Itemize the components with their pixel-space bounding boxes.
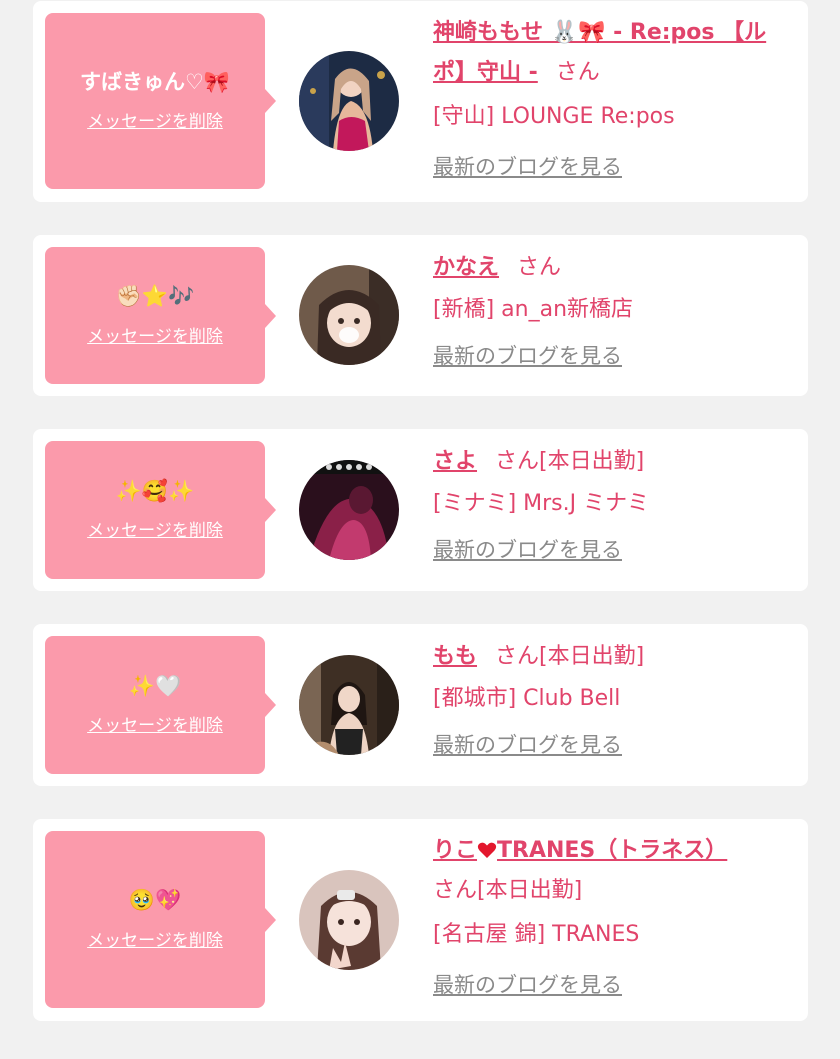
name-line: りこ TRANES（トラネス） — [433, 831, 784, 871]
shop-name: [名古屋 錦] TRANES — [433, 922, 640, 947]
message-bubble: ✊🏻⭐🎶 メッセージを削除 — [45, 247, 276, 384]
latest-blog-link[interactable]: 最新のブログを見る — [433, 151, 622, 181]
latest-blog-link[interactable]: 最新のブログを見る — [433, 729, 622, 759]
message-text: すばきゅん♡🎀 — [80, 69, 230, 94]
cast-info: もも さん[本日出勤] [都城市] Club Bell 最新のブログを見る — [433, 637, 784, 759]
name-line: 神崎ももせ 🐰🎀 - Re:pos 【ルポ】守山 - さん — [433, 13, 784, 93]
delete-message-link[interactable]: メッセージを削除 — [87, 107, 223, 132]
avatar[interactable] — [299, 265, 399, 365]
message-bubble: すばきゅん♡🎀 メッセージを削除 — [45, 13, 276, 189]
message-text: ✊🏻⭐🎶 — [115, 284, 195, 309]
delete-message-link[interactable]: メッセージを削除 — [87, 711, 223, 736]
latest-blog-link[interactable]: 最新のブログを見る — [433, 534, 622, 564]
name-line: かなえ さん — [433, 248, 784, 288]
san-suffix: さん[本日出勤] — [495, 644, 645, 669]
shop-name: [都城市] Club Bell — [433, 686, 621, 711]
message-bubble: ✨🥰✨ メッセージを削除 — [45, 441, 276, 579]
san-suffix: さん — [555, 60, 600, 85]
message-bubble: 🥹💖 メッセージを削除 — [45, 831, 276, 1008]
shop-name: [守山] LOUNGE Re:pos — [433, 104, 675, 129]
message-text: 🥹💖 — [128, 888, 182, 913]
latest-blog-link[interactable]: 最新のブログを見る — [433, 969, 622, 999]
message-card: ✊🏻⭐🎶 メッセージを削除 かなえ さん [新橋] an_an新橋店 最新のブログ… — [33, 235, 808, 396]
cast-info: かなえ さん [新橋] an_an新橋店 最新のブログを見る — [433, 248, 784, 370]
cast-info: りこ TRANES（トラネス） さん[本日出勤] [名古屋 錦] TRANES 最… — [433, 831, 784, 999]
message-card: ✨🥰✨ メッセージを削除 さよ さん[本日出勤] [ミナミ] Mrs.J ミナミ … — [33, 429, 808, 591]
cast-name-part: TRANES（トラネス） — [497, 838, 728, 863]
message-card: 🥹💖 メッセージを削除 りこ TRANES（トラネス） さん[本日出勤] [名古屋… — [33, 819, 808, 1021]
avatar[interactable] — [299, 870, 399, 970]
avatar[interactable] — [299, 460, 399, 560]
san-line: さん[本日出勤] — [433, 871, 784, 911]
shop-name: [新橋] an_an新橋店 — [433, 297, 634, 322]
cast-name-link[interactable]: もも — [433, 644, 477, 669]
san-suffix: さん[本日出勤] — [433, 878, 583, 903]
avatar[interactable] — [299, 51, 399, 151]
san-suffix: さん[本日出勤] — [495, 449, 645, 474]
shop-name: [ミナミ] Mrs.J ミナミ — [433, 491, 650, 516]
delete-message-link[interactable]: メッセージを削除 — [87, 926, 223, 951]
message-text: ✨🤍 — [128, 673, 182, 698]
delete-message-link[interactable]: メッセージを削除 — [87, 322, 223, 347]
san-suffix: さん — [517, 255, 562, 280]
cast-name-link[interactable]: さよ — [433, 449, 477, 474]
name-line: さよ さん[本日出勤] — [433, 442, 784, 482]
cast-info: さよ さん[本日出勤] [ミナミ] Mrs.J ミナミ 最新のブログを見る — [433, 442, 784, 564]
delete-message-link[interactable]: メッセージを削除 — [87, 516, 223, 541]
message-card: ✨🤍 メッセージを削除 もも さん[本日出勤] [都城市] Club Bell 最… — [33, 624, 808, 786]
red-heart-icon — [477, 842, 497, 858]
message-card: すばきゅん♡🎀 メッセージを削除 神崎ももせ 🐰🎀 - Re:pos 【ルポ】守… — [33, 1, 808, 202]
name-line: もも さん[本日出勤] — [433, 637, 784, 677]
avatar[interactable] — [299, 655, 399, 755]
cast-name-link[interactable]: かなえ — [433, 255, 499, 280]
message-bubble: ✨🤍 メッセージを削除 — [45, 636, 276, 774]
cast-info: 神崎ももせ 🐰🎀 - Re:pos 【ルポ】守山 - さん [守山] LOUNGE… — [433, 13, 784, 181]
latest-blog-link[interactable]: 最新のブログを見る — [433, 340, 622, 370]
cast-name-part: りこ — [433, 838, 478, 863]
cast-name-link[interactable]: りこ TRANES（トラネス） — [433, 838, 727, 863]
message-text: ✨🥰✨ — [115, 478, 195, 503]
